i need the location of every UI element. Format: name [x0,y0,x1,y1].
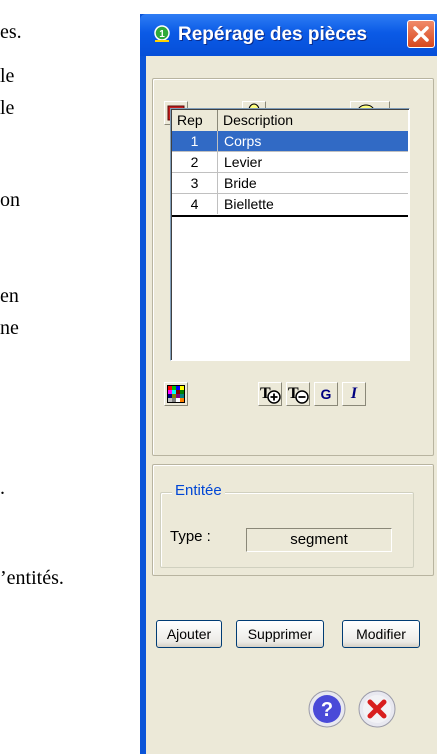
entity-group-label: Entitée [172,482,225,499]
color-palette-button[interactable] [164,382,188,406]
table-row[interactable]: 4 Biellette [172,194,408,215]
add-button[interactable]: Ajouter [156,620,222,648]
cancel-button[interactable] [358,690,396,728]
column-header-description[interactable]: Description [218,110,408,131]
type-field[interactable]: segment [246,528,392,552]
color-palette-icon [167,385,185,403]
close-button[interactable] [407,20,435,48]
italic-icon: I [350,385,358,402]
row-rep: 1 [172,131,218,151]
app-icon: 1 [154,25,170,42]
dialog-client-area: Rep Description 1 Corps 2 Levier 3 Bride… [146,56,437,754]
list-separator [172,215,408,217]
text-size-plus-button[interactable]: T [258,382,282,406]
help-button[interactable]: ? [308,690,346,728]
cancel-icon [358,690,396,728]
title-bar[interactable]: 1 Repérage des pièces [140,14,437,56]
bg-text-2: le [0,65,15,87]
modify-button[interactable]: Modifier [342,620,420,648]
svg-text:1: 1 [159,29,165,40]
help-icon: ? [308,690,346,728]
bold-button[interactable]: G [314,382,338,406]
text-size-minus-button[interactable]: T [286,382,310,406]
window-title: Repérage des pièces [178,24,368,45]
row-rep: 3 [172,173,218,193]
list-header: Rep Description [172,110,408,132]
column-header-rep[interactable]: Rep [172,110,218,131]
row-description: Bride [224,175,257,191]
text-size-plus-icon: T [260,385,281,404]
table-row[interactable]: 3 Bride [172,173,408,194]
row-description: Biellette [224,196,274,212]
italic-button[interactable]: I [342,382,366,406]
bg-text-3: le [0,97,15,119]
bold-icon: G [320,386,332,402]
row-description: Levier [224,154,263,170]
bg-text-5: en [0,285,19,307]
bg-text-7: . [0,477,5,499]
close-icon [413,26,429,42]
row-description: Corps [224,133,262,149]
table-row[interactable]: 2 Levier [172,152,408,173]
text-size-minus-icon: T [288,385,309,404]
row-rep: 4 [172,194,218,214]
delete-button[interactable]: Supprimer [236,620,324,648]
bg-text-6: ne [0,317,19,339]
svg-text:?: ? [321,699,333,721]
row-rep: 2 [172,152,218,172]
bg-text-4: on [0,189,20,211]
reperage-window: 1 Repérage des pièces Rep Description 1 … [140,14,437,754]
bg-text-8: ’entités. [0,567,64,589]
parts-list[interactable]: Rep Description 1 Corps 2 Levier 3 Bride… [170,108,410,361]
table-row[interactable]: 1 Corps [172,131,408,152]
type-label: Type : [170,528,211,545]
bg-text-1: es. [0,21,22,43]
